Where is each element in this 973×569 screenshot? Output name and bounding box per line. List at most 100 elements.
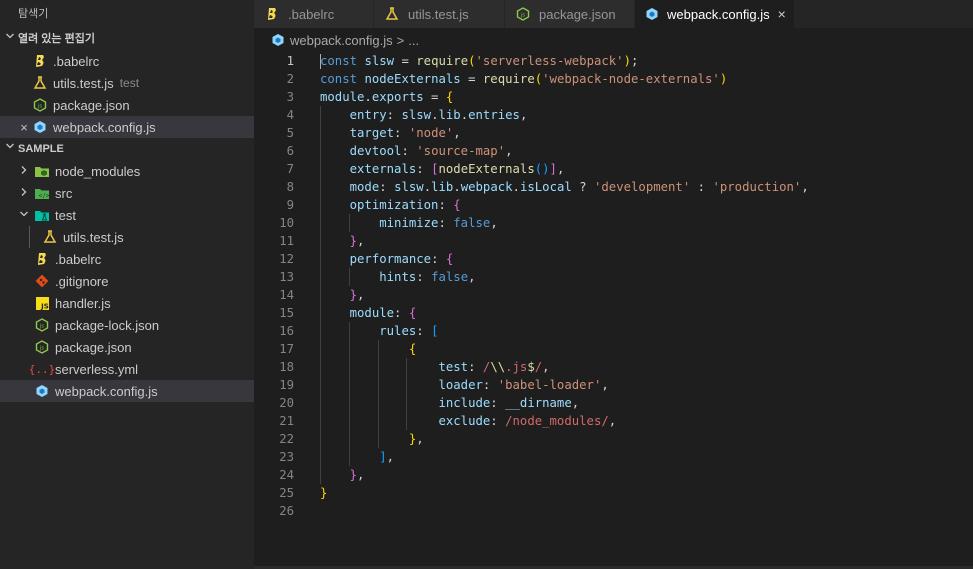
code-line[interactable]: 15 module: { bbox=[254, 304, 973, 322]
code-line[interactable]: 9 optimization: { bbox=[254, 196, 973, 214]
line-number: 9 bbox=[286, 198, 294, 212]
code-token: webpack bbox=[460, 180, 513, 194]
tab-package-json[interactable]: js package.json bbox=[505, 0, 635, 28]
tab-babelrc[interactable]: .babelrc bbox=[254, 0, 374, 28]
code-line[interactable]: 16 rules: [ bbox=[254, 322, 973, 340]
code-text: }, bbox=[320, 286, 365, 304]
code-line[interactable]: 24 }, bbox=[254, 466, 973, 484]
open-editor-item[interactable]: .babelrc bbox=[0, 50, 254, 72]
babel-icon bbox=[34, 251, 50, 267]
code-line[interactable]: 14 }, bbox=[254, 286, 973, 304]
indent-guide bbox=[320, 286, 321, 304]
indent-guide bbox=[348, 268, 350, 286]
code-token: ? bbox=[571, 180, 594, 194]
close-icon[interactable]: × bbox=[778, 6, 786, 22]
code-line[interactable]: 13 hints: false, bbox=[254, 268, 973, 286]
folder-item[interactable]: </> src bbox=[0, 182, 254, 204]
code-line[interactable]: 8 mode: slsw.lib.webpack.isLocal ? 'deve… bbox=[254, 178, 973, 196]
code-line[interactable]: 12 performance: { bbox=[254, 250, 973, 268]
folder-item[interactable]: node_modules bbox=[0, 160, 254, 182]
code-token: 'babel-loader' bbox=[497, 378, 602, 392]
folder-item[interactable]: test bbox=[0, 204, 254, 226]
code-token: require bbox=[416, 54, 469, 68]
line-number: 6 bbox=[286, 144, 294, 158]
code-line[interactable]: 26 bbox=[254, 502, 973, 520]
chevron-right-icon[interactable] bbox=[16, 162, 32, 180]
code-line[interactable]: 5 target: 'node', bbox=[254, 124, 973, 142]
code-line[interactable]: 17 { bbox=[254, 340, 973, 358]
line-number: 7 bbox=[286, 162, 294, 176]
tree-item-label: serverless.yml bbox=[55, 361, 139, 377]
open-editor-description: test bbox=[119, 76, 140, 90]
chevron-down-icon[interactable] bbox=[16, 209, 32, 222]
code-token: : bbox=[490, 396, 506, 410]
file-item[interactable]: utils.test.js bbox=[0, 226, 254, 248]
indent-guide bbox=[406, 412, 408, 430]
open-editors-header[interactable]: 열려 있는 편집기 bbox=[0, 28, 254, 50]
code-line[interactable]: 25} bbox=[254, 484, 973, 502]
code-token: = bbox=[394, 54, 417, 68]
file-item[interactable]: .babelrc bbox=[0, 248, 254, 270]
code-token: 'development' bbox=[594, 180, 691, 194]
code-line[interactable]: 20 include: __dirname, bbox=[254, 394, 973, 412]
code-token: , bbox=[357, 288, 365, 302]
code-editor[interactable]: 1 const slsw = require('serverless-webpac… bbox=[254, 52, 973, 569]
file-item[interactable]: JS handler.js bbox=[0, 292, 254, 314]
file-item[interactable]: .gitignore bbox=[0, 270, 254, 292]
code-token: loader bbox=[438, 378, 483, 392]
code-token: ) bbox=[623, 54, 631, 68]
indent-guide bbox=[320, 178, 321, 196]
breadcrumb-file[interactable]: webpack.config.js bbox=[290, 33, 393, 48]
code-line[interactable]: 18 test: /\\.js$/, bbox=[254, 358, 973, 376]
tree-item-label: package-lock.json bbox=[55, 317, 160, 333]
code-line[interactable]: 7 externals: [nodeExternals()], bbox=[254, 160, 973, 178]
code-token: 'serverless-webpack' bbox=[475, 54, 624, 68]
code-text: hints: false, bbox=[320, 268, 475, 286]
code-line[interactable]: 19 loader: 'babel-loader', bbox=[254, 376, 973, 394]
code-line[interactable]: 21 exclude: /node_modules/, bbox=[254, 412, 973, 430]
code-token: mode bbox=[349, 180, 380, 194]
code-line[interactable]: 1 const slsw = require('serverless-webpac… bbox=[254, 52, 973, 70]
code-line[interactable]: 4 entry: slsw.lib.entries, bbox=[254, 106, 973, 124]
folder-src-icon: </> bbox=[34, 185, 50, 201]
js-icon: JS bbox=[34, 295, 50, 311]
open-editor-item[interactable]: utils.test.js test bbox=[0, 72, 254, 94]
code-line[interactable]: 2 const nodeExternals = require('webpack-… bbox=[254, 70, 973, 88]
open-editor-item[interactable]: js package.json bbox=[0, 94, 254, 116]
close-icon[interactable]: × bbox=[18, 120, 30, 135]
indent-guide bbox=[320, 160, 321, 178]
file-item[interactable]: js package-lock.json bbox=[0, 314, 254, 336]
webpack-icon bbox=[645, 6, 659, 22]
indent-guide bbox=[377, 430, 379, 448]
code-text: }, bbox=[320, 466, 365, 484]
code-token: require bbox=[482, 72, 535, 86]
indent-guide bbox=[406, 358, 408, 376]
code-line[interactable]: 6 devtool: 'source-map', bbox=[254, 142, 973, 160]
chevron-right-icon[interactable] bbox=[16, 184, 32, 202]
file-item[interactable]: js package.json bbox=[0, 336, 254, 358]
tab-webpack-config-js[interactable]: webpack.config.js × bbox=[635, 0, 795, 28]
code-line[interactable]: 22 }, bbox=[254, 430, 973, 448]
indent-guide bbox=[320, 466, 321, 484]
code-line[interactable]: 10 minimize: false, bbox=[254, 214, 973, 232]
svg-text:js: js bbox=[520, 13, 525, 19]
code-token: isLocal bbox=[519, 180, 572, 194]
indent-guide bbox=[320, 394, 321, 412]
explorer-sidebar: 탐색기 열려 있는 편집기 .babelrc utils.test.js test j… bbox=[0, 0, 254, 569]
breadcrumb-ellipsis[interactable]: ... bbox=[408, 33, 419, 48]
test-flask-icon bbox=[42, 229, 58, 245]
indent-guide bbox=[320, 322, 321, 340]
line-number: 8 bbox=[286, 180, 294, 194]
code-line[interactable]: 23 ], bbox=[254, 448, 973, 466]
code-token: .js bbox=[505, 360, 528, 374]
tab-utils-test-js[interactable]: utils.test.js bbox=[374, 0, 505, 28]
project-header[interactable]: SAMPLE bbox=[0, 138, 254, 160]
code-token: false bbox=[431, 270, 469, 284]
open-editor-item[interactable]: × webpack.config.js bbox=[0, 116, 254, 138]
code-token: } bbox=[349, 468, 358, 482]
file-item[interactable]: {..} serverless.yml bbox=[0, 358, 254, 380]
code-line[interactable]: 3 module.exports = { bbox=[254, 88, 973, 106]
file-item[interactable]: webpack.config.js bbox=[0, 380, 254, 402]
code-line[interactable]: 11 }, bbox=[254, 232, 973, 250]
